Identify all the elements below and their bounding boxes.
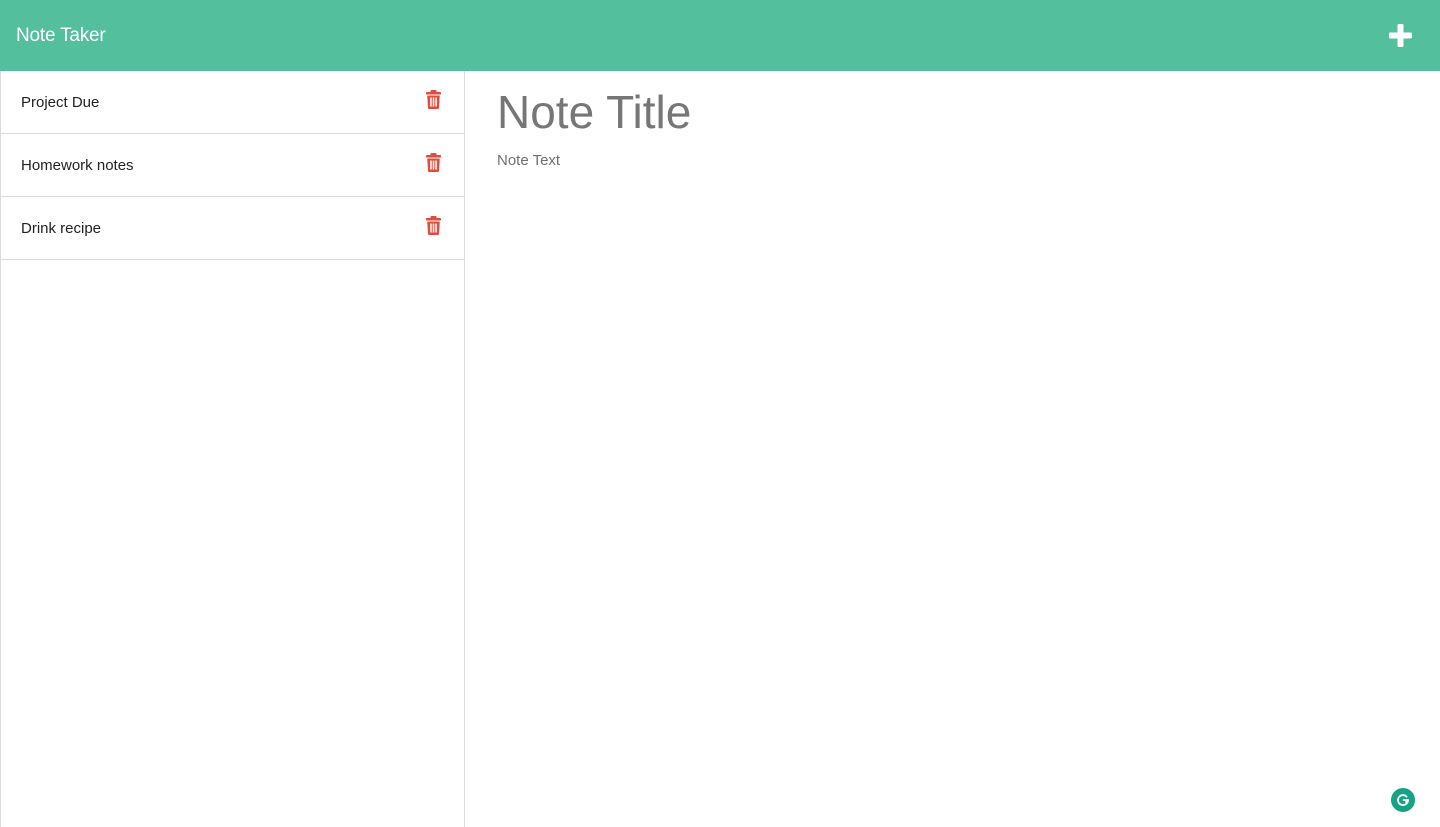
note-list-sidebar: Project Due Homework notes Drink recipe [0,71,465,827]
trash-icon [425,152,441,172]
trash-icon [425,215,441,235]
grammarly-button[interactable] [1391,788,1415,812]
delete-note-button[interactable] [422,151,444,173]
grammarly-icon [1397,794,1409,806]
trash-icon [425,89,441,109]
delete-note-button[interactable] [422,214,444,236]
note-item-title[interactable]: Homework notes [21,157,134,174]
note-item-title[interactable]: Drink recipe [21,220,101,237]
plus-icon [1388,24,1412,47]
note-editor [465,71,1440,827]
navbar: Note Taker [0,0,1440,71]
list-item[interactable]: Project Due [1,71,464,134]
note-list: Project Due Homework notes Drink recipe [1,71,464,260]
note-item-title[interactable]: Project Due [21,94,99,111]
note-title-input[interactable] [497,84,1377,140]
list-item[interactable]: Homework notes [1,134,464,197]
note-text-input[interactable] [497,152,1377,452]
app-title[interactable]: Note Taker [16,25,106,47]
delete-note-button[interactable] [422,88,444,110]
new-note-button[interactable] [1380,16,1420,56]
list-item[interactable]: Drink recipe [1,197,464,260]
